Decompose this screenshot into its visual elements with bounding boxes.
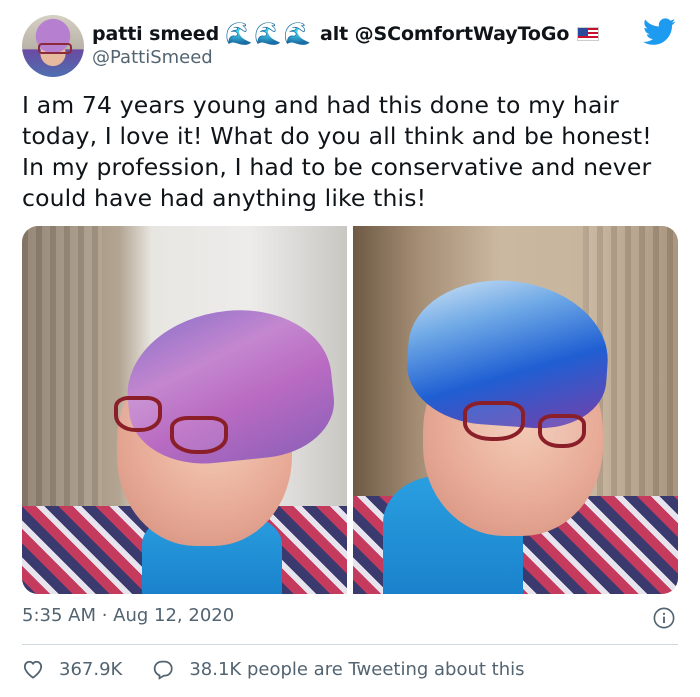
info-icon[interactable] [653,607,675,629]
display-name-row[interactable]: patti smeed 🌊 🌊 🌊 alt @SComfortWayToGo [92,21,600,47]
glasses-right-lens [538,414,586,448]
tweeting-about-text[interactable]: 38.1K people are Tweeting about this [189,659,524,680]
us-flag-icon [577,27,600,41]
purple-hair-photo[interactable] [22,226,347,594]
avatar[interactable] [22,15,84,77]
glasses-left-lens [463,401,525,441]
tweet-text: I am 74 years young and had this done to… [22,91,652,212]
engagement-bar: 367.9K 38.1K people are Tweeting about t… [22,655,525,683]
tweet-media[interactable] [22,226,678,594]
heart-icon[interactable] [22,659,44,679]
twitter-bird-icon[interactable] [643,18,676,46]
purple-hair [119,300,340,472]
user-handle[interactable]: @PattiSmeed [92,47,213,68]
wave-emoji-icon: 🌊 [254,21,282,47]
like-count[interactable]: 367.9K [59,659,122,680]
tweet-timestamp[interactable]: 5:35 AM · Aug 12, 2020 [22,605,234,626]
reply-icon[interactable] [152,659,174,680]
display-name[interactable]: patti smeed [92,23,219,45]
glasses-right-lens [170,416,228,454]
wave-emoji-icon: 🌊 [283,21,311,47]
tweet-card: patti smeed 🌊 🌊 🌊 alt @SComfortWayToGo @… [0,0,700,697]
blue-hair-photo[interactable] [353,226,678,594]
wave-emoji-icon: 🌊 [225,21,253,47]
divider [22,644,678,645]
glasses-left-lens [114,396,162,432]
display-name-suffix: alt @SComfortWayToGo [320,23,570,45]
